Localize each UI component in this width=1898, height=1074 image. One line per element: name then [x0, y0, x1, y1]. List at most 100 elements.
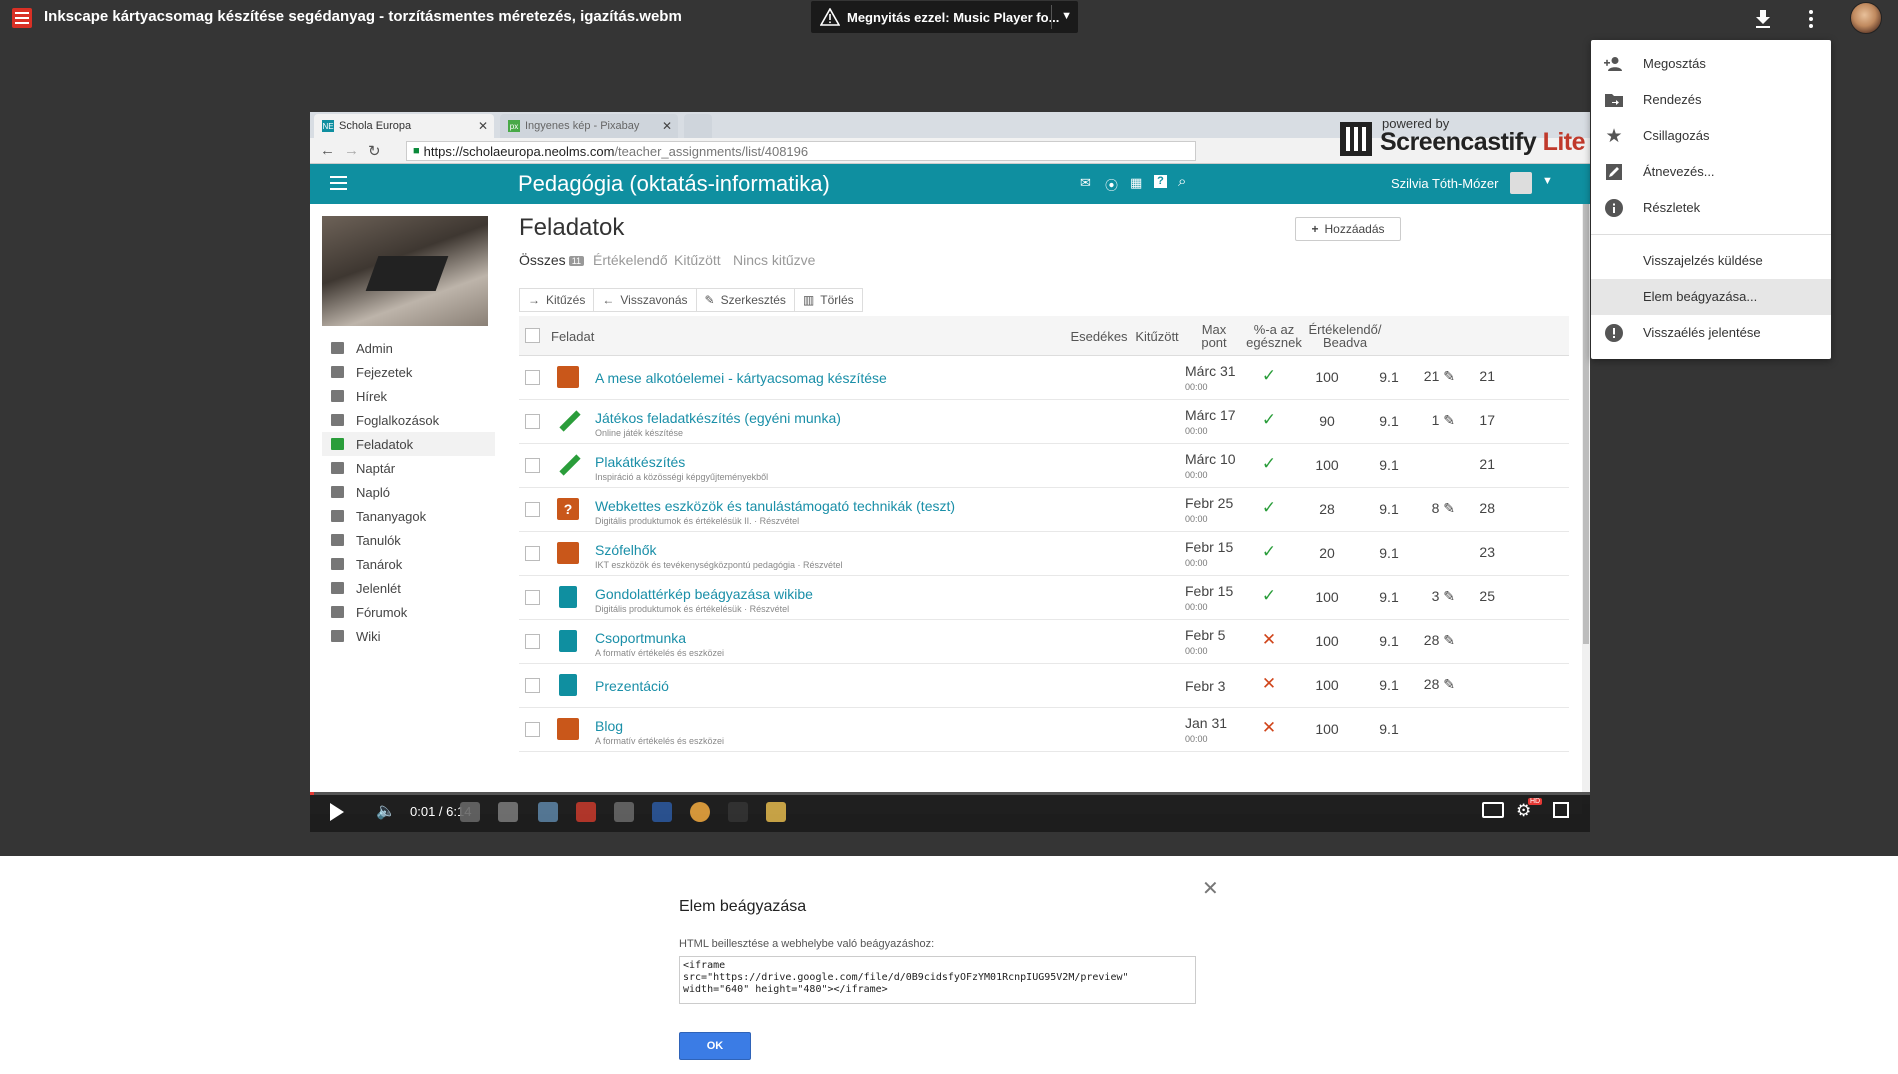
- col-due[interactable]: Esedékes: [1069, 316, 1129, 356]
- row-checkbox[interactable]: [525, 458, 540, 473]
- sidebar-item-attendance[interactable]: Jelenlét: [322, 576, 495, 600]
- close-tab-icon[interactable]: ✕: [662, 119, 672, 133]
- chevron-down-icon[interactable]: ▼: [1061, 10, 1072, 22]
- sidebar-item-students[interactable]: Tanulók: [322, 528, 495, 552]
- sidebar-item-news[interactable]: Hírek: [322, 384, 495, 408]
- tab-published[interactable]: Kitűzött: [674, 252, 721, 268]
- table-row[interactable]: Szófelhők IKT eszközök és tevékenységköz…: [519, 532, 1569, 576]
- table-row[interactable]: Prezentáció Febr 3 ✕ 100 9.1 28 ✎: [519, 664, 1569, 708]
- menu-item-send-feedback[interactable]: Visszajelzés küldése: [1591, 243, 1831, 279]
- back-arrow-icon[interactable]: ←: [320, 142, 335, 159]
- scrollbar-thumb[interactable]: [1583, 204, 1589, 644]
- help-icon[interactable]: ?: [1154, 175, 1167, 188]
- seek-bar[interactable]: [310, 792, 1590, 795]
- chevron-down-icon[interactable]: ▼: [1542, 175, 1553, 187]
- row-eval[interactable]: 3 ✎: [1415, 588, 1455, 605]
- close-tab-icon[interactable]: ✕: [478, 119, 488, 133]
- menu-item-details[interactable]: Részletek: [1591, 190, 1831, 226]
- row-title[interactable]: Csoportmunka: [595, 630, 686, 646]
- forward-arrow-icon[interactable]: →: [344, 142, 359, 159]
- table-row[interactable]: Plakátkészítés Inspiráció a közösségi ké…: [519, 444, 1569, 488]
- row-eval[interactable]: 1 ✎: [1415, 412, 1455, 429]
- col-eval[interactable]: Értékelendő/Beadva: [1305, 316, 1385, 356]
- sidebar-item-assignments[interactable]: Feladatok: [322, 432, 495, 456]
- menu-item-organize[interactable]: Rendezés: [1591, 82, 1831, 118]
- ok-button[interactable]: OK: [679, 1032, 751, 1060]
- row-checkbox[interactable]: [525, 678, 540, 693]
- delete-button[interactable]: ▥ Törlés: [793, 288, 863, 312]
- menu-item-rename[interactable]: Átnevezés...: [1591, 154, 1831, 190]
- row-checkbox[interactable]: [525, 546, 540, 561]
- col-published[interactable]: Kitűzött: [1132, 316, 1182, 356]
- row-eval[interactable]: 21 ✎: [1415, 368, 1455, 385]
- row-eval[interactable]: 28 ✎: [1415, 632, 1455, 649]
- video-player[interactable]: NE Schola Europa ✕ px Ingyenes kép - Pix…: [310, 112, 1590, 832]
- row-title[interactable]: Blog: [595, 718, 623, 734]
- row-checkbox[interactable]: [525, 590, 540, 605]
- download-icon[interactable]: [1750, 6, 1776, 32]
- tab-all[interactable]: Összes 11: [519, 252, 585, 268]
- fullscreen-icon[interactable]: [1553, 802, 1569, 818]
- row-checkbox[interactable]: [525, 722, 540, 737]
- calendar-icon[interactable]: ▦: [1130, 175, 1142, 191]
- close-icon[interactable]: ✕: [1202, 876, 1219, 901]
- account-avatar[interactable]: [1850, 2, 1882, 34]
- sidebar-item-forums[interactable]: Fórumok: [322, 600, 495, 624]
- page-scrollbar[interactable]: [1582, 204, 1590, 804]
- url-field[interactable]: ■ https://scholaeuropa.neolms.com /teach…: [406, 141, 1196, 161]
- browser-tab-pixabay[interactable]: px Ingyenes kép - Pixabay ✕: [500, 114, 678, 138]
- row-checkbox[interactable]: [525, 370, 540, 385]
- captions-icon[interactable]: [1482, 802, 1504, 818]
- table-row[interactable]: Blog A formatív értékelés és eszközei Ja…: [519, 708, 1569, 752]
- sidebar-item-wiki[interactable]: Wiki: [322, 624, 495, 648]
- row-title[interactable]: A mese alkotóelemei - kártyacsomag készí…: [595, 370, 887, 386]
- row-eval[interactable]: 28 ✎: [1415, 676, 1455, 693]
- sidebar-item-chapters[interactable]: Fejezetek: [322, 360, 495, 384]
- col-task[interactable]: Feladat: [551, 316, 594, 356]
- table-row[interactable]: ? Webkettes eszközök és tanulástámogató …: [519, 488, 1569, 532]
- publish-button[interactable]: → Kitűzés: [519, 288, 595, 312]
- broadcast-icon[interactable]: ⦿: [1105, 175, 1118, 194]
- row-checkbox[interactable]: [525, 414, 540, 429]
- sidebar-item-resources[interactable]: Tananyagok: [322, 504, 495, 528]
- row-checkbox[interactable]: [525, 634, 540, 649]
- sidebar-item-calendar[interactable]: Naptár: [322, 456, 495, 480]
- table-row[interactable]: Játékos feladatkészítés (egyéni munka) O…: [519, 400, 1569, 444]
- reload-icon[interactable]: ↻: [368, 142, 381, 160]
- table-row[interactable]: Csoportmunka A formatív értékelés és esz…: [519, 620, 1569, 664]
- mail-icon[interactable]: ✉: [1080, 175, 1091, 191]
- volume-icon[interactable]: 🔈: [376, 801, 396, 821]
- add-button[interactable]: + Hozzáadás: [1295, 217, 1401, 241]
- menu-item-share[interactable]: Megosztás: [1591, 46, 1831, 82]
- row-title[interactable]: Plakátkészítés: [595, 454, 685, 470]
- row-checkbox[interactable]: [525, 502, 540, 517]
- select-all-checkbox[interactable]: [525, 328, 540, 343]
- table-row[interactable]: A mese alkotóelemei - kártyacsomag készí…: [519, 356, 1569, 400]
- row-title[interactable]: Prezentáció: [595, 678, 669, 694]
- row-title[interactable]: Gondolattérkép beágyazása wikibe: [595, 586, 813, 602]
- menu-icon[interactable]: [330, 176, 347, 190]
- tab-to-grade[interactable]: Értékelendő: [593, 252, 668, 268]
- sidebar-item-teachers[interactable]: Tanárok: [322, 552, 495, 576]
- unpublish-button[interactable]: ← Visszavonás: [593, 288, 697, 312]
- row-eval[interactable]: 8 ✎: [1415, 500, 1455, 517]
- menu-item-star[interactable]: ★ Csillagozás: [1591, 118, 1831, 154]
- new-tab-button[interactable]: [684, 114, 712, 138]
- row-title[interactable]: Webkettes eszközök és tanulástámogató te…: [595, 498, 955, 514]
- menu-item-report-abuse[interactable]: Visszaélés jelentése: [1591, 315, 1831, 351]
- tab-unpublished[interactable]: Nincs kitűzve: [733, 252, 815, 268]
- row-title[interactable]: Szófelhők: [595, 542, 656, 558]
- col-max[interactable]: Max pont: [1189, 316, 1239, 356]
- open-with-button[interactable]: Megnyitás ezzel: Music Player fo... ▼: [811, 1, 1078, 33]
- sidebar-item-classes[interactable]: Foglalkozások: [322, 408, 495, 432]
- edit-button[interactable]: ✎ Szerkesztés: [695, 288, 795, 312]
- table-row[interactable]: Gondolattérkép beágyazása wikibe Digitál…: [519, 576, 1569, 620]
- user-avatar[interactable]: [1510, 172, 1532, 194]
- row-title[interactable]: Játékos feladatkészítés (egyéni munka): [595, 410, 841, 426]
- sidebar-item-gradebook[interactable]: Napló: [322, 480, 495, 504]
- more-vert-icon[interactable]: [1798, 6, 1824, 32]
- col-percent[interactable]: %-a az egésznek: [1244, 316, 1304, 356]
- sidebar-item-admin[interactable]: Admin: [322, 336, 495, 360]
- menu-item-embed[interactable]: Elem beágyazása...: [1591, 279, 1831, 315]
- play-button[interactable]: [330, 803, 344, 821]
